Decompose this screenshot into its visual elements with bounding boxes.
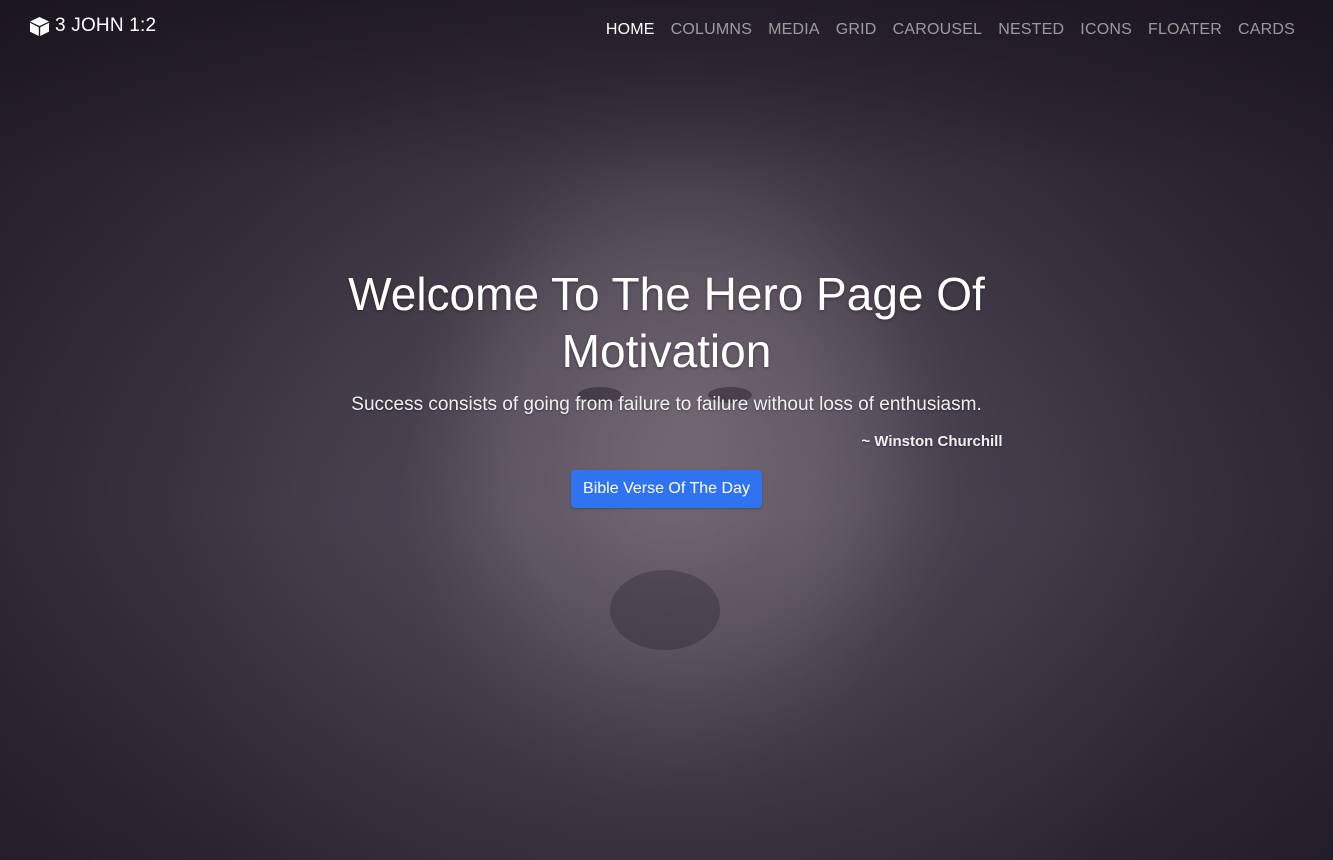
nav-icons[interactable]: ICONS	[1080, 21, 1132, 39]
top-navbar: 3 JOHN 1:2 HOME COLUMNS MEDIA GRID CAROU…	[0, 0, 1333, 58]
nav-cards[interactable]: CARDS	[1238, 21, 1295, 39]
hero-quote: Success consists of going from failure t…	[351, 394, 982, 415]
hero-content: Welcome To The Hero Page Of Motivation S…	[0, 266, 1333, 508]
quote-author: ~ Winston Churchill	[861, 433, 1003, 450]
nav-home[interactable]: HOME	[606, 21, 655, 39]
cube-icon	[29, 16, 50, 37]
bible-verse-button[interactable]: Bible Verse Of The Day	[571, 470, 762, 508]
nav-media[interactable]: MEDIA	[768, 21, 820, 39]
nav-columns[interactable]: COLUMNS	[671, 21, 752, 39]
nav-nested[interactable]: NESTED	[998, 21, 1064, 39]
hero-title: Welcome To The Hero Page Of Motivation	[348, 268, 985, 377]
main-nav: HOME COLUMNS MEDIA GRID CAROUSEL NESTED …	[606, 21, 1295, 39]
brand-text: 3 JOHN 1:2	[55, 15, 157, 36]
nav-carousel[interactable]: CAROUSEL	[893, 21, 983, 39]
brand-link[interactable]: 3 JOHN 1:2	[29, 15, 156, 37]
hero-section: 3 JOHN 1:2 HOME COLUMNS MEDIA GRID CAROU…	[0, 0, 1333, 860]
nav-floater[interactable]: FLOATER	[1148, 21, 1222, 39]
nav-grid[interactable]: GRID	[836, 21, 877, 39]
